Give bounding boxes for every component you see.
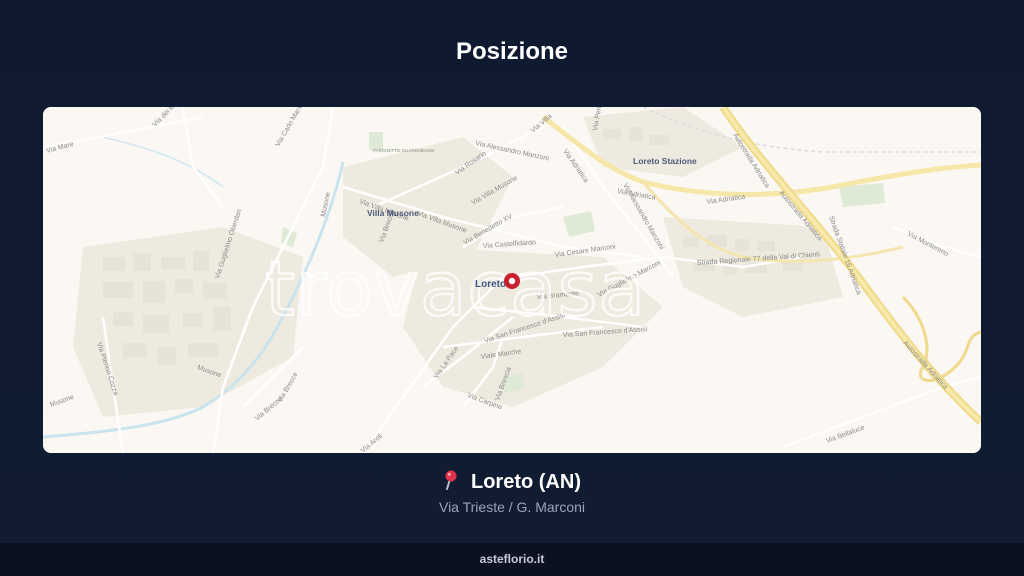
watermark: trovacasa <box>265 244 646 333</box>
location-heading: Loreto (AN) <box>0 470 1024 496</box>
place-label-loreto-stazione: Loreto Stazione <box>633 156 697 166</box>
page-title: Posizione <box>455 38 569 65</box>
map-canvas: Via Mare Via dei Molini Via Carlo Marx V… <box>43 107 981 453</box>
place-label-villa-musone: Villa Musone <box>367 208 419 218</box>
location-address: Via Trieste / G. Marconi <box>438 499 585 515</box>
place-label-loreto: Loreto <box>475 279 506 290</box>
park-label: PARCHETTO GUARDABASSI <box>373 148 434 153</box>
footer: asteflorio.it <box>0 543 1024 576</box>
footer-site[interactable]: asteflorio.it <box>480 552 545 566</box>
map-marker[interactable] <box>504 273 520 289</box>
location-name: Loreto (AN) <box>471 471 581 493</box>
map-view[interactable]: Via Mare Via dei Molini Via Carlo Marx V… <box>43 107 981 453</box>
round-pushpin-icon <box>443 470 459 496</box>
